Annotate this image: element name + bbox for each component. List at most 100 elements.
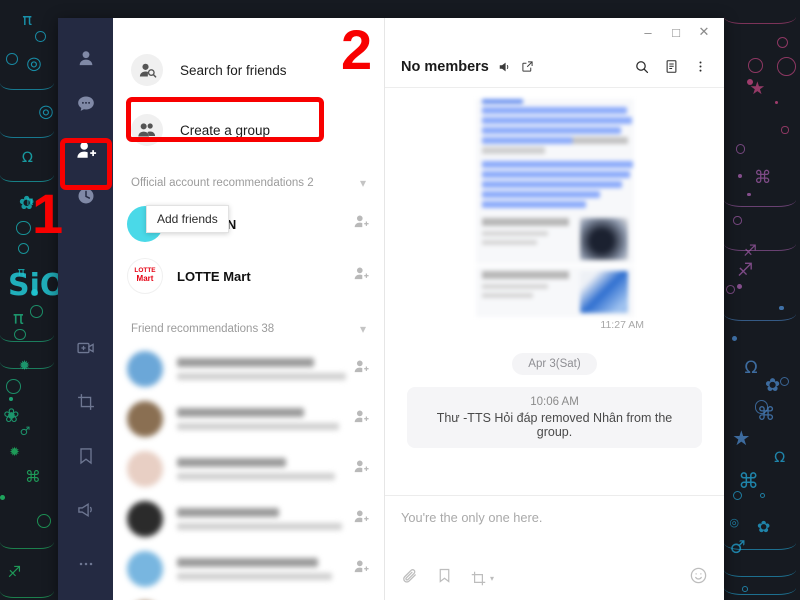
rail-item-video-call[interactable] — [66, 328, 106, 368]
lotte-logo-bottom: Mart — [136, 274, 154, 284]
minimize-button[interactable]: – — [634, 20, 662, 44]
chat-header: No members — [385, 46, 724, 88]
composer-toolbar: ▾ — [401, 566, 708, 590]
annotation-number-two: 2 — [341, 18, 373, 81]
message-timestamp: 11:27 AM — [600, 319, 644, 331]
rail-item-more[interactable] — [66, 544, 106, 584]
megaphone-icon — [77, 502, 92, 518]
video-plus-icon — [76, 342, 94, 354]
rail-item-contacts[interactable] — [66, 38, 106, 78]
person-add-icon — [354, 560, 369, 573]
person-add-icon — [354, 360, 369, 373]
person-add-icon — [354, 460, 369, 473]
notes-icon[interactable] — [664, 59, 679, 74]
add-friend-button[interactable] — [353, 558, 370, 580]
system-message-time: 10:06 AM — [530, 396, 579, 408]
friend-info — [177, 358, 353, 380]
search-for-friends-label: Search for friends — [180, 62, 287, 78]
add-friend-button[interactable] — [353, 213, 370, 235]
friend-recommendation-row[interactable] — [113, 594, 384, 600]
official-account-row[interactable]: LOTTE Mart LOTTE Mart — [113, 250, 384, 302]
rail-bottom-group — [66, 314, 106, 600]
add-friend-button[interactable] — [353, 408, 370, 430]
avatar — [127, 351, 163, 387]
chevron-down-icon: ▾ — [359, 322, 366, 336]
more-vertical-icon[interactable] — [693, 59, 708, 74]
rail-item-bookmarks[interactable] — [66, 436, 106, 476]
screenshot-tool[interactable]: ▾ — [470, 570, 494, 587]
chat-bubble-icon — [77, 96, 94, 111]
left-navigation-rail — [58, 18, 113, 600]
emoji-icon[interactable] — [689, 566, 708, 590]
friend-recommendation-row[interactable] — [113, 394, 384, 444]
rail-item-history[interactable] — [66, 176, 106, 216]
friend-recommendation-row[interactable] — [113, 344, 384, 394]
date-divider-label: Apr 3(Sat) — [512, 353, 597, 375]
rail-item-screenshot[interactable] — [66, 382, 106, 422]
chat-title: No members — [401, 58, 489, 75]
crop-icon — [77, 394, 94, 410]
avatar — [127, 451, 163, 487]
rail-item-announcements[interactable] — [66, 490, 106, 530]
message-input[interactable]: You're the only one here. — [401, 510, 708, 566]
avatar — [127, 401, 163, 437]
chat-panel: – □ ✕ No members 11:27 AM Apr 3(Sat) 10:… — [385, 18, 724, 600]
message-bubble[interactable] — [475, 99, 634, 317]
chevron-down-icon: ▾ — [490, 573, 495, 583]
chat-header-actions — [634, 59, 708, 75]
person-icon — [79, 51, 92, 66]
avatar: LOTTE Mart — [127, 258, 163, 294]
friends-panel: Search for friends Create a group Offici… — [113, 18, 385, 600]
message-thumbnail — [579, 271, 628, 313]
friend-recommendation-row[interactable] — [113, 494, 384, 544]
person-add-icon — [76, 142, 96, 158]
friend-info — [177, 408, 353, 430]
official-accounts-section-label: Official account recommendations 2 — [131, 177, 314, 189]
message-composer: You're the only one here. ▾ — [385, 495, 724, 600]
chevron-down-icon: ▾ — [359, 176, 366, 190]
window-titlebar: – □ ✕ — [385, 18, 724, 46]
rail-item-add-friends[interactable] — [66, 130, 106, 170]
ellipsis-icon — [79, 562, 92, 566]
mute-icon[interactable] — [498, 60, 512, 74]
chat-message-list[interactable]: 11:27 AM Apr 3(Sat) 10:06 AM Thư -TTS Hỏ… — [385, 88, 724, 495]
maximize-button[interactable]: □ — [662, 20, 690, 44]
avatar — [127, 551, 163, 587]
create-a-group-row[interactable]: Create a group — [113, 104, 384, 156]
messenger-window: Search for friends Create a group Offici… — [58, 18, 724, 600]
friend-info — [177, 508, 353, 530]
add-friend-button[interactable] — [353, 265, 370, 287]
person-add-icon — [354, 267, 369, 280]
popout-icon[interactable] — [521, 60, 534, 73]
person-add-icon — [354, 410, 369, 423]
date-divider: Apr 3(Sat) — [385, 353, 724, 375]
close-button[interactable]: ✕ — [690, 20, 718, 44]
system-message-text: Thư -TTS Hỏi đáp removed Nhân from the g… — [436, 411, 673, 439]
clock-icon — [78, 188, 93, 204]
bookmark-icon — [79, 448, 92, 465]
annotation-number-one: 1 — [32, 182, 64, 245]
official-accounts-section-header[interactable]: Official account recommendations 2 ▾ — [113, 168, 384, 198]
friend-recommendation-row[interactable] — [113, 444, 384, 494]
attachment-icon[interactable] — [401, 567, 419, 590]
person-search-icon — [131, 54, 163, 86]
add-friend-button[interactable] — [353, 508, 370, 530]
search-icon[interactable] — [634, 59, 650, 75]
friend-recommendations-list — [113, 344, 384, 600]
person-add-icon — [354, 215, 369, 228]
friend-recommendations-section-header[interactable]: Friend recommendations 38 ▾ — [113, 314, 384, 344]
person-add-icon — [354, 510, 369, 523]
friend-recommendations-section-label: Friend recommendations 38 — [131, 323, 275, 335]
group-icon — [131, 114, 163, 146]
system-message: 10:06 AM Thư -TTS Hỏi đáp removed Nhân f… — [407, 387, 702, 448]
create-a-group-label: Create a group — [180, 122, 271, 138]
official-account-name: LOTTE Mart — [177, 268, 251, 284]
crop-icon — [471, 571, 486, 585]
bookmark-icon[interactable] — [436, 567, 453, 589]
add-friends-tooltip: Add friends — [146, 205, 229, 233]
friend-info — [177, 558, 353, 580]
add-friend-button[interactable] — [353, 458, 370, 480]
rail-item-chats[interactable] — [66, 84, 106, 124]
add-friend-button[interactable] — [353, 358, 370, 380]
friend-recommendation-row[interactable] — [113, 544, 384, 594]
